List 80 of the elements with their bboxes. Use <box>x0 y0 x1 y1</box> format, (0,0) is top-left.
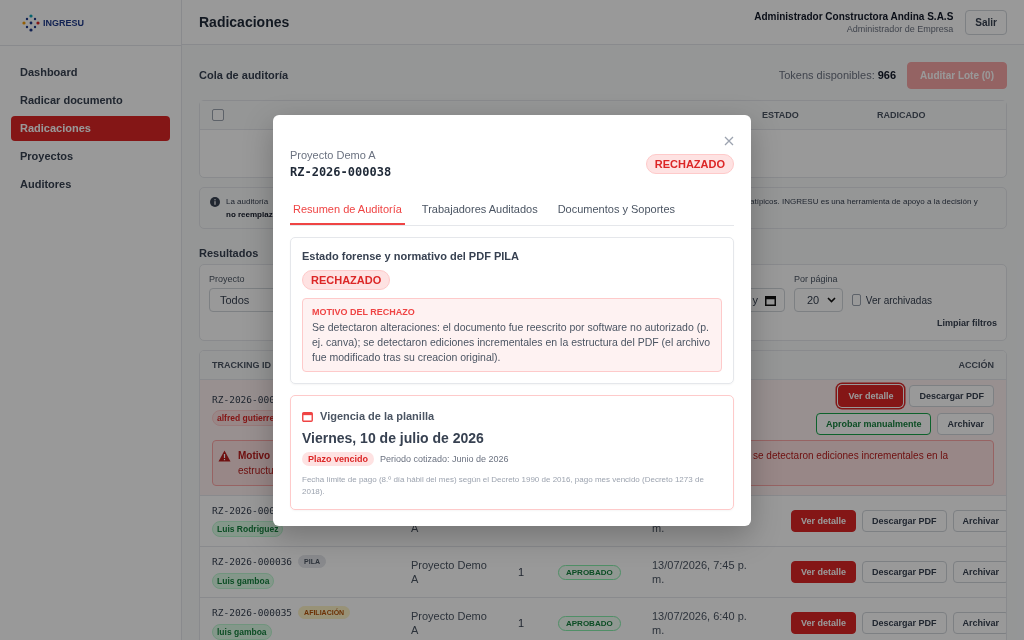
field-label: Por página <box>794 274 838 284</box>
action-button[interactable]: Archivar <box>952 561 1006 583</box>
reason-title: MOTIVO DEL RECHAZO <box>312 307 415 317</box>
deadline-note: Fecha límite de pago (8.º día hábil del mes) según el Decreto 1990 de 2016, pago mes vencido (Decreto 1273 de 2018). <box>302 474 705 498</box>
alert-text: se detectaron ediciones incrementales en la <box>753 449 950 463</box>
notice-text: atípicos. INGRESU es una herramienta de apoyo a la decisión y <box>750 196 979 208</box>
card-title: Vigencia de la planilla <box>320 410 435 422</box>
notice-text: no reemplaz <box>226 209 273 221</box>
view-detail-button[interactable]: Ver detalle <box>838 385 904 407</box>
tracking-id: RZ-2026-000035 <box>212 607 293 618</box>
worker-tag: Luis Rodriguez <box>212 521 284 537</box>
section-title: Cola de auditoría <box>199 69 289 81</box>
column-header: ACCIÓN <box>958 360 994 370</box>
alert-text: estructu <box>238 464 274 478</box>
tracking-id: RZ-2026-000 <box>212 505 275 516</box>
calendar-icon <box>302 410 313 422</box>
view-detail-button[interactable]: Ver detalle <box>791 510 857 532</box>
select-all-checkbox[interactable] <box>212 109 224 121</box>
deadline-badge: Plazo vencido <box>302 452 375 466</box>
sidebar-item[interactable]: Radicaciones <box>11 116 170 141</box>
action-button[interactable]: Archivar <box>952 510 1006 532</box>
project-cell: Proyecto Demo A <box>411 558 487 586</box>
tab[interactable]: Documentos y Soportes <box>554 199 679 225</box>
clear-filters-link[interactable]: Limpiar filtros <box>937 318 997 328</box>
sidebar-item[interactable]: Dashboard <box>11 60 170 85</box>
status-badge: APROBADO <box>558 564 621 580</box>
action-button[interactable]: Archivar <box>952 612 1006 634</box>
per-page-select[interactable]: 20 <box>794 288 843 312</box>
page-title: Radicaciones <box>199 14 290 30</box>
sidebar-item[interactable]: Proyectos <box>11 144 170 169</box>
field-label: Proyecto <box>209 274 245 284</box>
tokens-label: Tokens disponibles: 966 <box>778 69 897 81</box>
project-name: Proyecto Demo A <box>290 149 377 161</box>
action-button[interactable]: Descargar PDF <box>862 561 947 583</box>
approve-button[interactable]: Aprobar manualmente <box>815 413 932 435</box>
project-cell: Proyecto Demo A <box>411 609 487 637</box>
worker-tag: Luis gamboa <box>212 573 275 589</box>
card-title: Estado forense y normativo del PDF PILA <box>302 250 519 262</box>
date-cell-text: m. <box>652 521 666 535</box>
tracking-id: RZ-2026-000036 <box>212 556 293 567</box>
logo-icon <box>22 13 40 32</box>
date-cell-text: 13/07/2026, 6:40 p. m. <box>652 609 748 637</box>
alert-title: Motivo <box>238 449 272 463</box>
tracking-id: RZ-2026-000 <box>212 394 275 405</box>
action-button[interactable]: Descargar PDF <box>909 385 994 407</box>
sidebar-item[interactable]: Auditores <box>11 172 170 197</box>
user-name: Administrador Constructora Andina S.A.S <box>754 10 954 22</box>
status-badge: APROBADO <box>558 615 621 631</box>
tracking-id: RZ-2026-000038 <box>290 165 392 179</box>
period-text: Periodo cotizado: Junio de 2026 <box>380 454 509 464</box>
calendar-icon <box>765 294 776 306</box>
warning-icon <box>218 450 231 462</box>
deadline-date: Viernes, 10 de julio de 2026 <box>302 430 484 446</box>
user-role: Administrador de Empresa <box>846 23 954 34</box>
notice-text: La auditoría <box>226 196 270 208</box>
tab[interactable]: Trabajadores Auditados <box>418 199 541 225</box>
view-detail-button[interactable]: Ver detalle <box>791 561 857 583</box>
close-icon[interactable] <box>724 136 734 146</box>
view-detail-button[interactable]: Ver detalle <box>791 612 857 634</box>
logo-wordmark: INGRESU <box>43 17 84 28</box>
action-button[interactable]: Archivar <box>937 413 994 435</box>
column-header: TRACKING ID <box>212 360 271 370</box>
sidebar-item[interactable]: Radicar documento <box>11 88 170 113</box>
status-badge: RECHAZADO <box>302 270 391 290</box>
column-header: ESTADO <box>762 110 800 120</box>
logout-button[interactable]: Salir <box>965 9 1007 35</box>
tab[interactable]: Resumen de Auditoría <box>290 199 405 225</box>
action-button[interactable]: Descargar PDF <box>862 612 947 634</box>
action-button[interactable]: Descargar PDF <box>862 510 947 532</box>
info-icon <box>210 197 220 207</box>
date-cell-text: 13/07/2026, 7:45 p. m. <box>652 558 748 586</box>
section-title: Resultados <box>199 247 259 259</box>
status-badge: RECHAZADO <box>645 154 734 174</box>
archived-checkbox[interactable]: Ver archivadas <box>852 288 932 312</box>
worker-tag: luis gamboa <box>212 624 272 640</box>
column-header: RADICADO <box>877 110 927 120</box>
reason-text: Se detectaron alteraciones: el documento fue reescrito por software no autorizado (p. ej. canva); se detectaron ediciones incrementales en la estructura del PDF (el archivo fue modificado tras su creacion original). <box>312 320 712 365</box>
workers-count: 1 <box>518 617 525 629</box>
chevron-down-icon <box>827 297 836 303</box>
workers-count: 1 <box>518 566 525 578</box>
